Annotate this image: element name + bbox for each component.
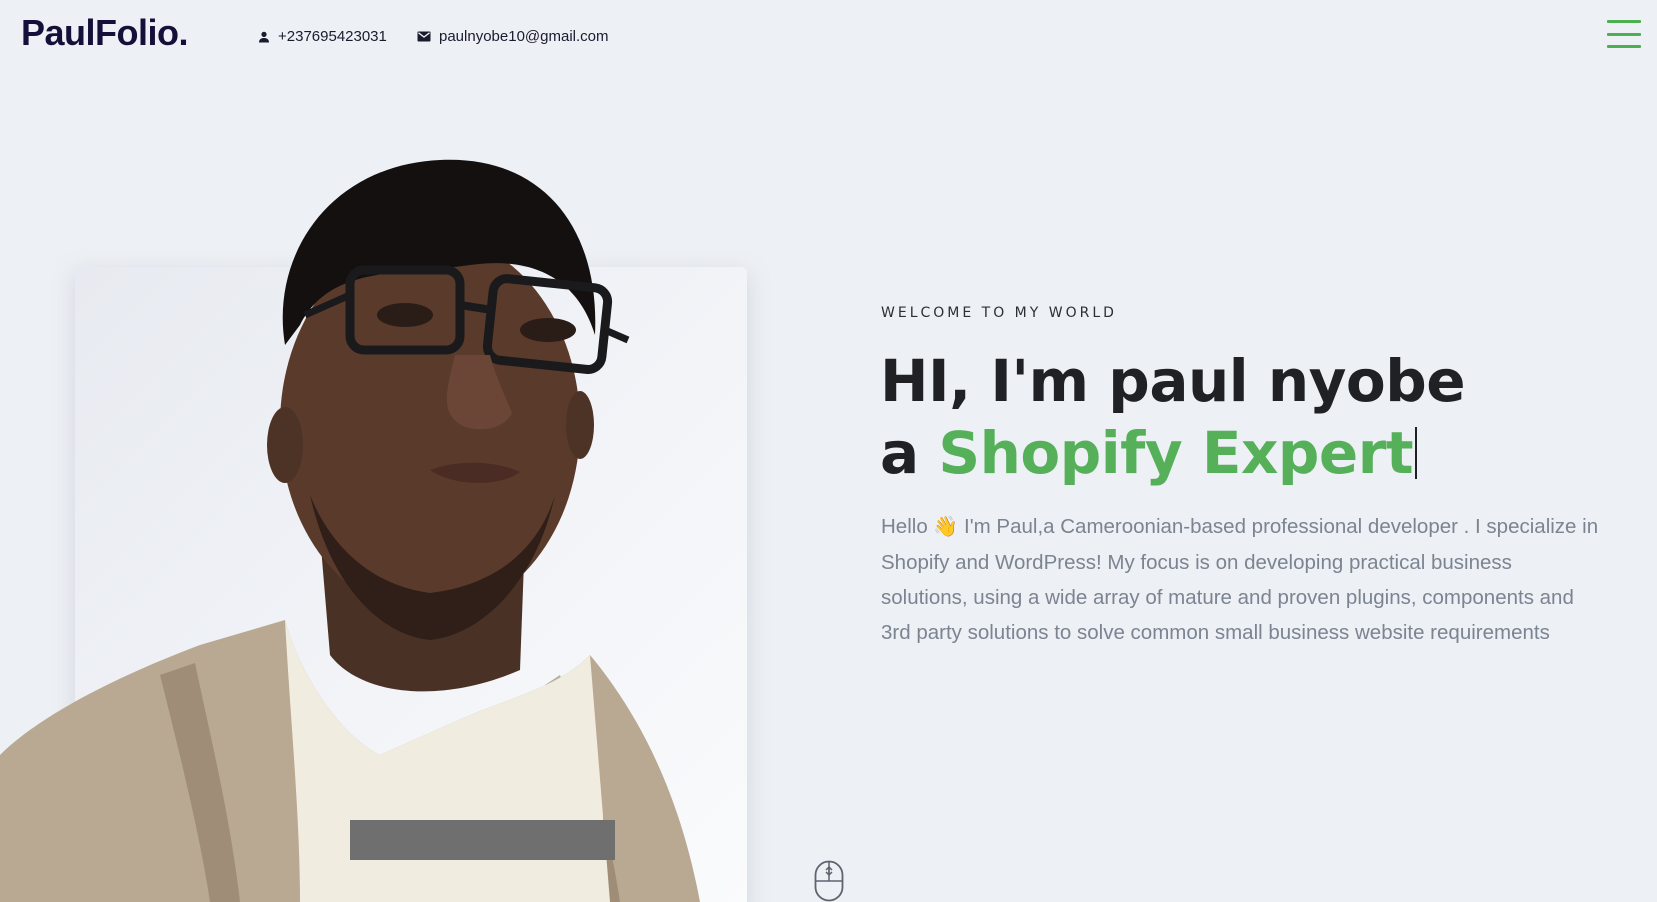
- headline-highlight: Shopify Expert: [938, 419, 1414, 487]
- phone-contact[interactable]: +237695423031: [258, 28, 387, 45]
- hero-bio: Hello 👋 I'm Paul,a Cameroonian-based pro…: [881, 509, 1601, 650]
- user-icon: [259, 31, 269, 42]
- headline-prefix: a: [880, 419, 919, 487]
- hero-headline: HI, I'm paul nyobe a Shopify Expert: [880, 345, 1600, 489]
- phone-number: +237695423031: [278, 28, 387, 45]
- typing-caret: [1415, 427, 1418, 479]
- hamburger-icon[interactable]: [1607, 20, 1641, 48]
- mail-icon: [417, 31, 431, 42]
- scroll-mouse-icon[interactable]: [814, 860, 844, 902]
- waving-hand-icon: 👋: [933, 516, 959, 538]
- profile-photo: [0, 159, 700, 902]
- bio-hello: Hello: [881, 515, 928, 538]
- bio-text: I'm Paul,a Cameroonian-based professiona…: [881, 515, 1599, 644]
- email-address: paulnyobe10@gmail.com: [439, 28, 609, 45]
- welcome-kicker: WELCOME TO MY WORLD: [881, 305, 1117, 321]
- site-logo[interactable]: PaulFolio.: [21, 12, 189, 54]
- email-contact[interactable]: paulnyobe10@gmail.com: [417, 28, 609, 45]
- page: PaulFolio. +237695423031 paulnyobe10@gma…: [0, 0, 1657, 902]
- headline-line-1: HI, I'm paul nyobe: [880, 347, 1466, 415]
